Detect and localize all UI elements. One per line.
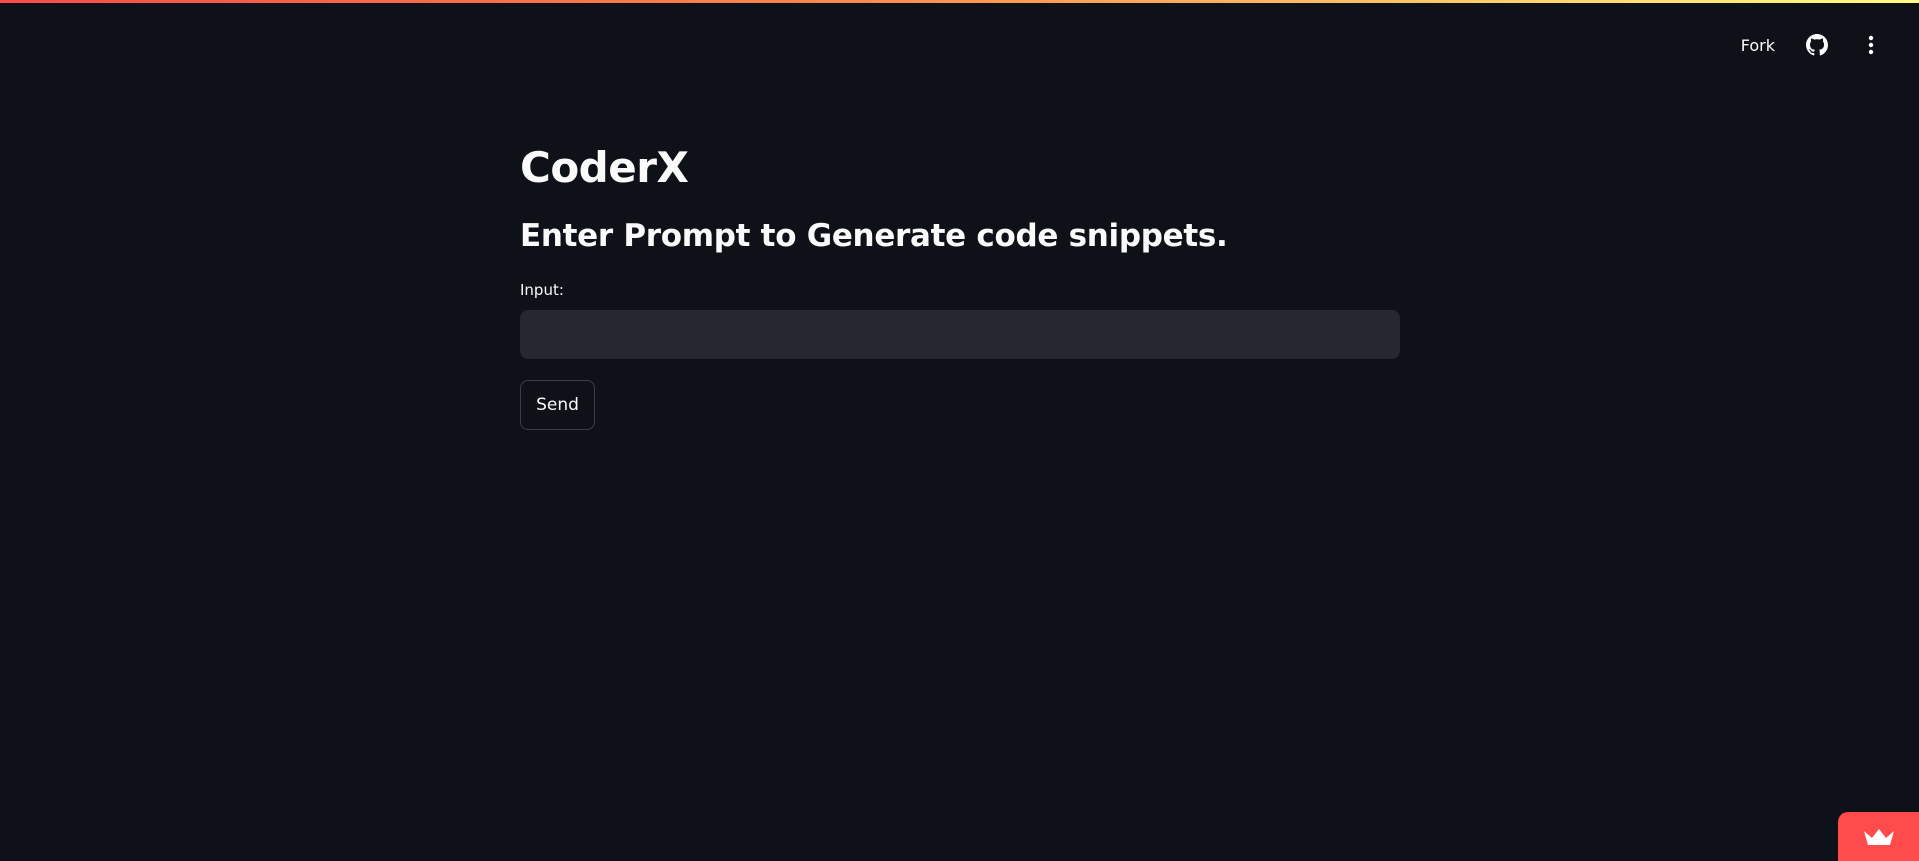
prompt-input[interactable]: [520, 310, 1400, 359]
streamlit-badge[interactable]: [1838, 812, 1919, 861]
github-icon[interactable]: [1805, 33, 1829, 57]
page-title: CoderX: [520, 143, 689, 192]
fork-link[interactable]: Fork: [1741, 36, 1775, 55]
more-vertical-icon[interactable]: [1859, 33, 1883, 57]
main-content: CoderX Enter Prompt to Generate code sni…: [520, 138, 1400, 430]
crown-icon: [1863, 828, 1894, 845]
page-subtitle: Enter Prompt to Generate code snippets.: [520, 218, 1228, 254]
input-label: Input:: [520, 281, 564, 299]
toolbar: Fork: [1741, 0, 1919, 90]
top-decoration-bar: [0, 0, 1919, 3]
send-button[interactable]: Send: [520, 380, 595, 430]
